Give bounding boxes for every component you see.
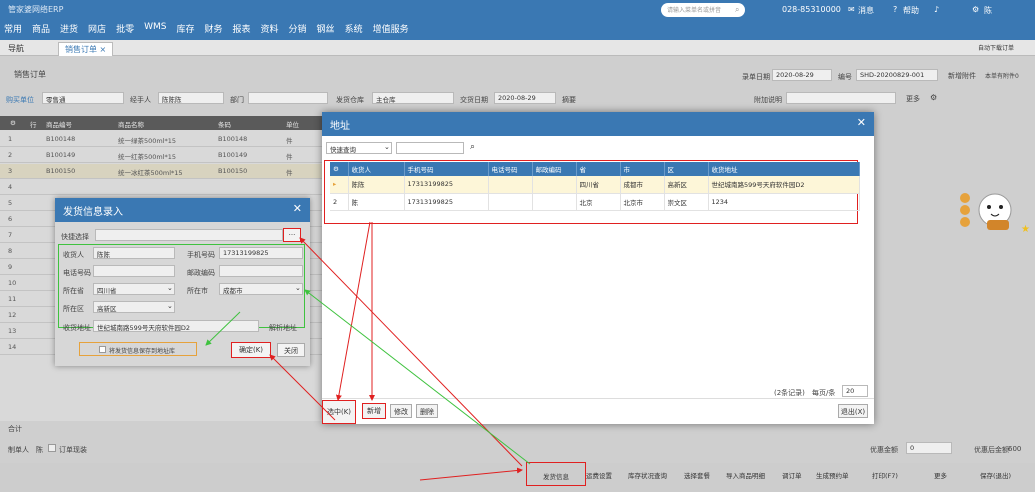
annotation-arrows bbox=[205, 221, 531, 481]
